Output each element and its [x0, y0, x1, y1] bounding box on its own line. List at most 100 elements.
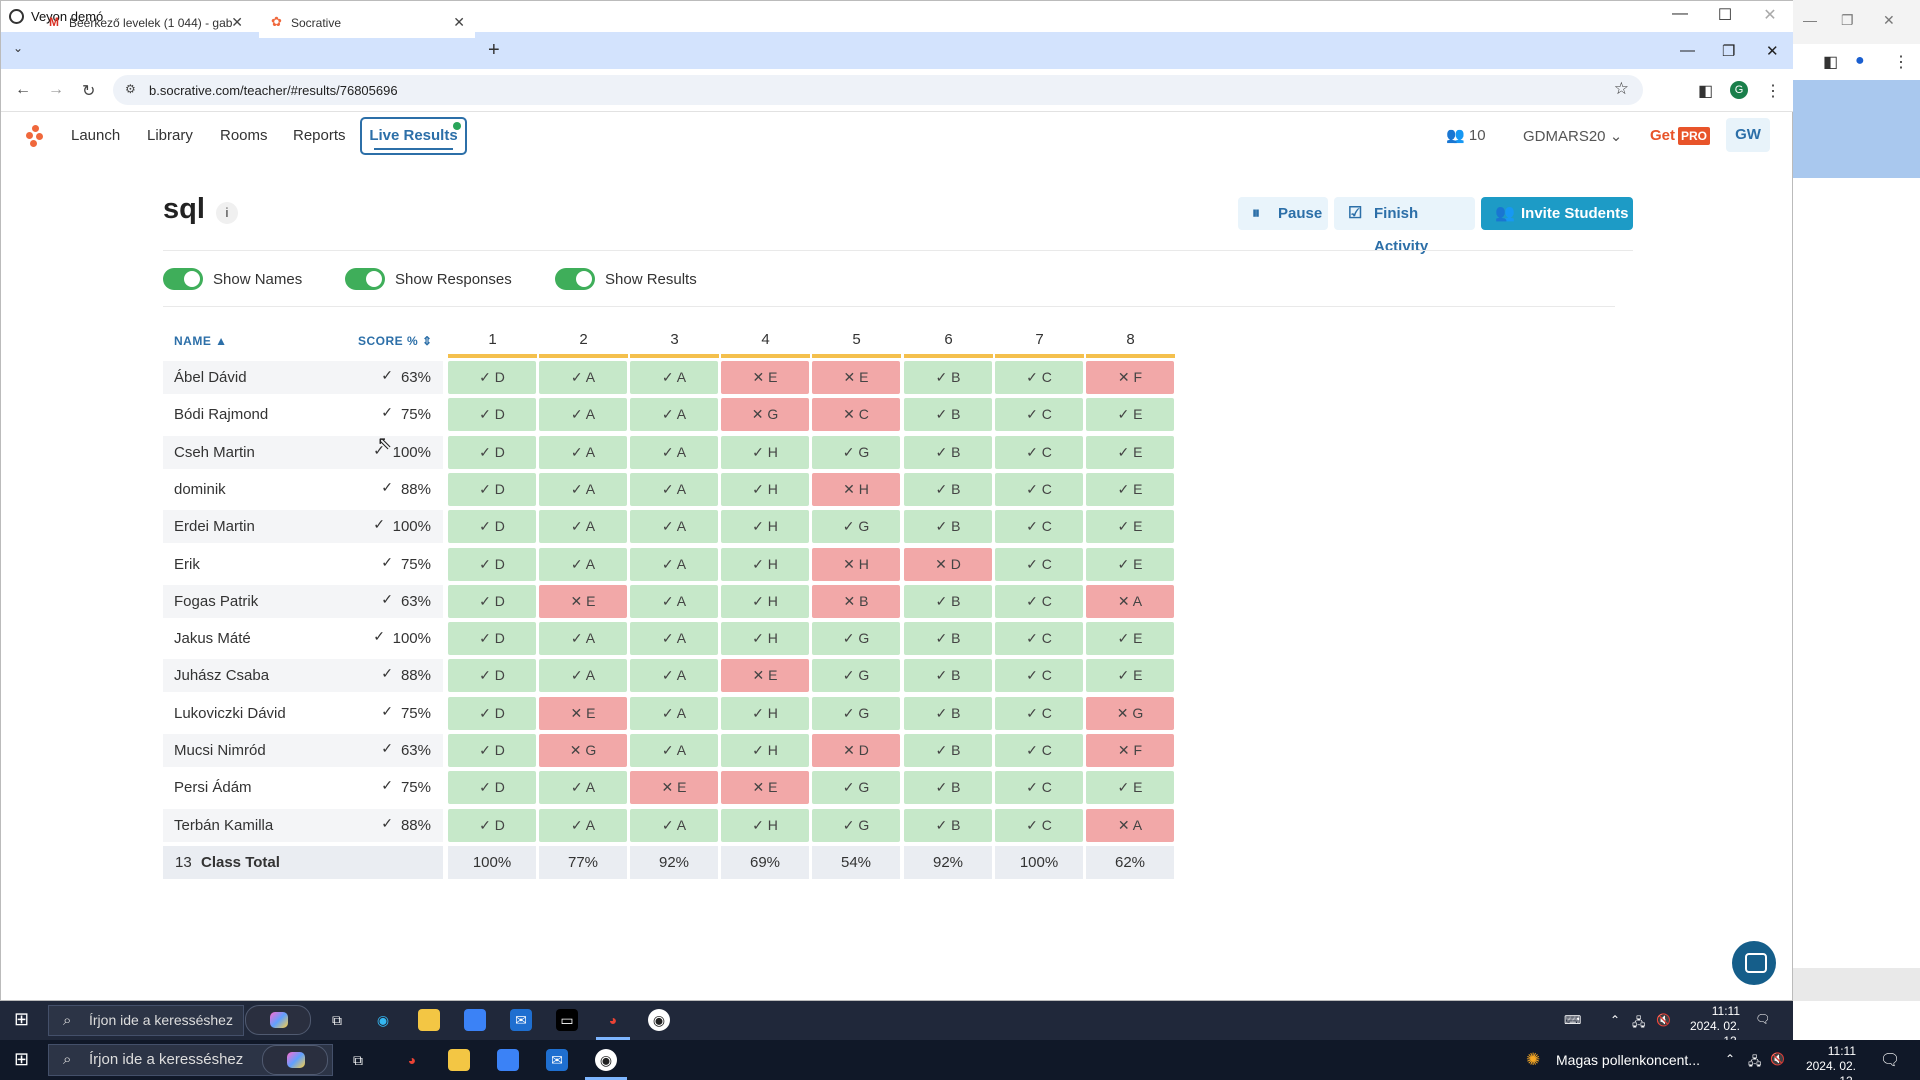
correct-answer-cell[interactable]: ✓ B [904, 771, 992, 804]
chrome-icon[interactable]: ◕ [401, 1049, 423, 1071]
correct-answer-cell[interactable]: ✓ H [721, 734, 809, 767]
correct-answer-cell[interactable]: ✓ D [448, 436, 536, 469]
incorrect-answer-cell[interactable]: ✕ F [1086, 361, 1174, 394]
store-icon[interactable] [497, 1049, 519, 1071]
nav-launch[interactable]: Launch [71, 127, 120, 144]
reload-icon[interactable]: ↻ [82, 81, 95, 101]
socrative-logo-icon[interactable] [26, 125, 46, 147]
tab-search-icon[interactable]: ⌄ [13, 41, 23, 55]
task-view-icon[interactable]: ⧉ [347, 1049, 369, 1071]
correct-answer-cell[interactable]: ✓ D [448, 622, 536, 655]
correct-answer-cell[interactable]: ✓ E [1086, 510, 1174, 543]
correct-answer-cell[interactable]: ✓ G [812, 510, 900, 543]
get-pro-link[interactable]: Get PRO [1650, 127, 1711, 145]
student-row[interactable]: Ábel Dávid ✓ 63% [163, 361, 443, 394]
correct-answer-cell[interactable]: ✓ B [904, 473, 992, 506]
correct-answer-cell[interactable]: ✓ H [721, 585, 809, 618]
correct-answer-cell[interactable]: ✓ B [904, 585, 992, 618]
chat-icon[interactable] [1732, 941, 1776, 985]
correct-answer-cell[interactable]: ✓ A [539, 473, 627, 506]
correct-answer-cell[interactable]: ✓ A [539, 771, 627, 804]
incorrect-answer-cell[interactable]: ✕ G [539, 734, 627, 767]
close-icon[interactable]: ✕ [1883, 12, 1895, 29]
tray-up-icon[interactable]: ⌃ [1725, 1052, 1735, 1066]
correct-answer-cell[interactable]: ✓ D [448, 771, 536, 804]
room-selector[interactable]: GDMARS20 ⌄ [1523, 127, 1622, 145]
incorrect-answer-cell[interactable]: ✕ A [1086, 585, 1174, 618]
student-row[interactable]: Fogas Patrik ✓ 63% [163, 585, 443, 618]
url-text[interactable]: b.socrative.com/teacher/#results/7680569… [149, 83, 398, 98]
correct-answer-cell[interactable]: ✓ H [721, 809, 809, 842]
correct-answer-cell[interactable]: ✓ A [630, 436, 718, 469]
task-view-icon[interactable]: ⧉ [326, 1009, 348, 1031]
correct-answer-cell[interactable]: ✓ A [630, 585, 718, 618]
chrome-icon[interactable]: ◕ [602, 1009, 624, 1031]
student-name[interactable]: Ábel Dávid [174, 369, 247, 386]
restore-icon[interactable]: ❐ [1841, 12, 1854, 29]
site-info-icon[interactable]: ⚙ [125, 82, 136, 96]
nav-library[interactable]: Library [147, 127, 193, 144]
correct-answer-cell[interactable]: ✓ A [630, 398, 718, 431]
file-explorer-icon[interactable] [418, 1009, 440, 1031]
sidepanel-icon[interactable]: ◧ [1698, 81, 1713, 101]
correct-answer-cell[interactable]: ✓ A [630, 659, 718, 692]
menu-kebab-icon[interactable]: ⋮ [1765, 81, 1781, 101]
incorrect-answer-cell[interactable]: ✕ E [721, 659, 809, 692]
incorrect-answer-cell[interactable]: ✕ H [812, 548, 900, 581]
network-icon[interactable]: 🖧 [1748, 1052, 1761, 1073]
student-row[interactable]: Bódi Rajmond ✓ 75% [163, 398, 443, 431]
student-name[interactable]: dominik [174, 481, 226, 498]
terminal-icon[interactable]: ▭ [556, 1009, 578, 1031]
veyon-icon[interactable]: ◉ [648, 1009, 670, 1031]
student-name[interactable]: Persi Ádám [174, 779, 252, 796]
correct-answer-cell[interactable]: ✓ H [721, 548, 809, 581]
student-name[interactable]: Erdei Martin [174, 518, 255, 535]
correct-answer-cell[interactable]: ✓ D [448, 585, 536, 618]
host-clock[interactable]: 11:11 2024. 02. 12. [1786, 1044, 1856, 1080]
edge-icon[interactable]: ◉ [372, 1009, 394, 1031]
correct-answer-cell[interactable]: ✓ A [630, 622, 718, 655]
correct-answer-cell[interactable]: ✓ A [539, 398, 627, 431]
nav-rooms[interactable]: Rooms [220, 127, 268, 144]
correct-answer-cell[interactable]: ✓ A [539, 548, 627, 581]
browser-minimize-icon[interactable]: — [1680, 42, 1695, 59]
store-icon[interactable] [464, 1009, 486, 1031]
student-name[interactable]: Erik [174, 556, 200, 573]
student-row[interactable]: Erdei Martin ✓ 100% [163, 510, 443, 543]
sidepanel-icon[interactable]: ◧ [1823, 52, 1838, 72]
correct-answer-cell[interactable]: ✓ C [995, 809, 1083, 842]
incorrect-answer-cell[interactable]: ✕ A [1086, 809, 1174, 842]
correct-answer-cell[interactable]: ✓ B [904, 510, 992, 543]
question-header[interactable]: 6 [904, 331, 993, 348]
correct-answer-cell[interactable]: ✓ C [995, 473, 1083, 506]
student-row[interactable]: Jakus Máté ✓ 100% [163, 622, 443, 655]
correct-answer-cell[interactable]: ✓ A [630, 809, 718, 842]
correct-answer-cell[interactable]: ✓ D [448, 398, 536, 431]
user-avatar[interactable]: GW [1726, 118, 1770, 152]
mail-icon[interactable]: ✉ [546, 1049, 568, 1071]
new-tab-icon[interactable]: + [488, 39, 500, 62]
score-column-header[interactable]: SCORE % ⇕ [358, 334, 433, 348]
show-names-toggle[interactable] [163, 268, 203, 290]
student-row[interactable]: Lukoviczki Dávid ✓ 75% [163, 697, 443, 730]
question-header[interactable]: 8 [1086, 331, 1175, 348]
profile-avatar-icon[interactable]: G [1730, 81, 1748, 99]
incorrect-answer-cell[interactable]: ✕ H [812, 473, 900, 506]
incorrect-answer-cell[interactable]: ✕ D [812, 734, 900, 767]
info-icon[interactable]: i [216, 202, 238, 224]
windows-start-icon[interactable]: ⊞ [14, 1049, 29, 1070]
correct-answer-cell[interactable]: ✓ D [448, 361, 536, 394]
correct-answer-cell[interactable]: ✓ C [995, 398, 1083, 431]
close-icon[interactable]: ✕ [1750, 5, 1790, 25]
correct-answer-cell[interactable]: ✓ A [539, 809, 627, 842]
forward-icon[interactable]: → [48, 81, 64, 99]
correct-answer-cell[interactable]: ✓ B [904, 697, 992, 730]
student-name[interactable]: Cseh Martin [174, 444, 255, 461]
correct-answer-cell[interactable]: ✓ H [721, 510, 809, 543]
student-name[interactable]: Jakus Máté [174, 630, 251, 647]
correct-answer-cell[interactable]: ✓ C [995, 697, 1083, 730]
nav-reports[interactable]: Reports [293, 127, 346, 144]
show-responses-toggle[interactable] [345, 268, 385, 290]
correct-answer-cell[interactable]: ✓ B [904, 809, 992, 842]
pause-button[interactable]: ⏸ Pause [1238, 197, 1328, 230]
